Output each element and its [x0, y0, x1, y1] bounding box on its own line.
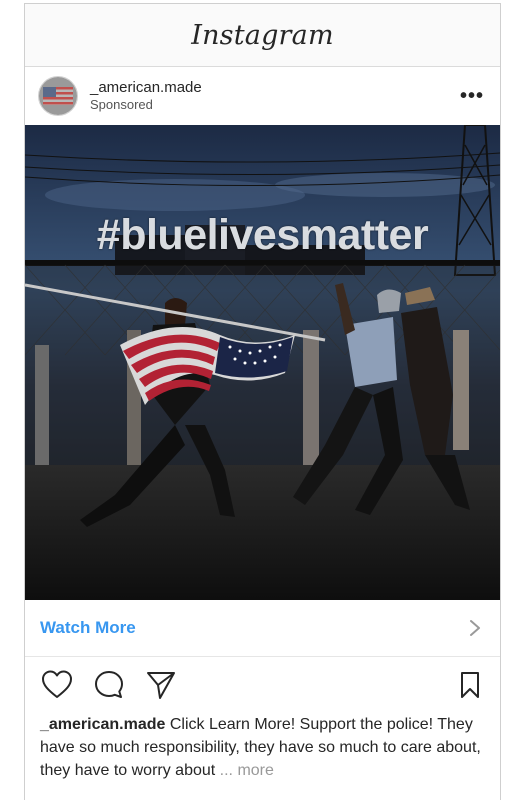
chevron-right-icon: [470, 620, 480, 636]
post-caption: _american.made Click Learn More! Support…: [25, 713, 500, 782]
bookmark-icon[interactable]: [459, 671, 481, 699]
overlay-hashtag-text: #bluelivesmatter: [96, 211, 429, 259]
action-bar: [25, 657, 500, 713]
username[interactable]: _american.made: [90, 79, 458, 97]
avatar[interactable]: [38, 76, 78, 116]
user-block: _american.made Sponsored: [90, 79, 458, 113]
send-icon[interactable]: [144, 668, 178, 702]
flag-avatar-icon: [39, 77, 77, 115]
more-options-icon[interactable]: •••: [458, 85, 486, 108]
sponsored-label: Sponsored: [90, 97, 153, 112]
watch-more-label[interactable]: Watch More: [40, 618, 136, 638]
comment-icon[interactable]: [92, 668, 126, 702]
app-header: Instagram: [25, 4, 500, 67]
post-image[interactable]: #bluelivesmatter: [25, 125, 500, 600]
photo-illustration: [25, 125, 500, 600]
post-header: _american.made Sponsored •••: [25, 67, 500, 125]
instagram-wordmark[interactable]: Instagram: [191, 20, 334, 51]
watch-more-cta[interactable]: Watch More: [25, 600, 500, 657]
heart-icon[interactable]: [40, 668, 74, 702]
caption-more-link[interactable]: ... more: [220, 762, 274, 779]
caption-username[interactable]: _american.made: [40, 716, 165, 733]
instagram-post-frame: Instagram _american.made Sponsored ••• #…: [24, 3, 501, 800]
